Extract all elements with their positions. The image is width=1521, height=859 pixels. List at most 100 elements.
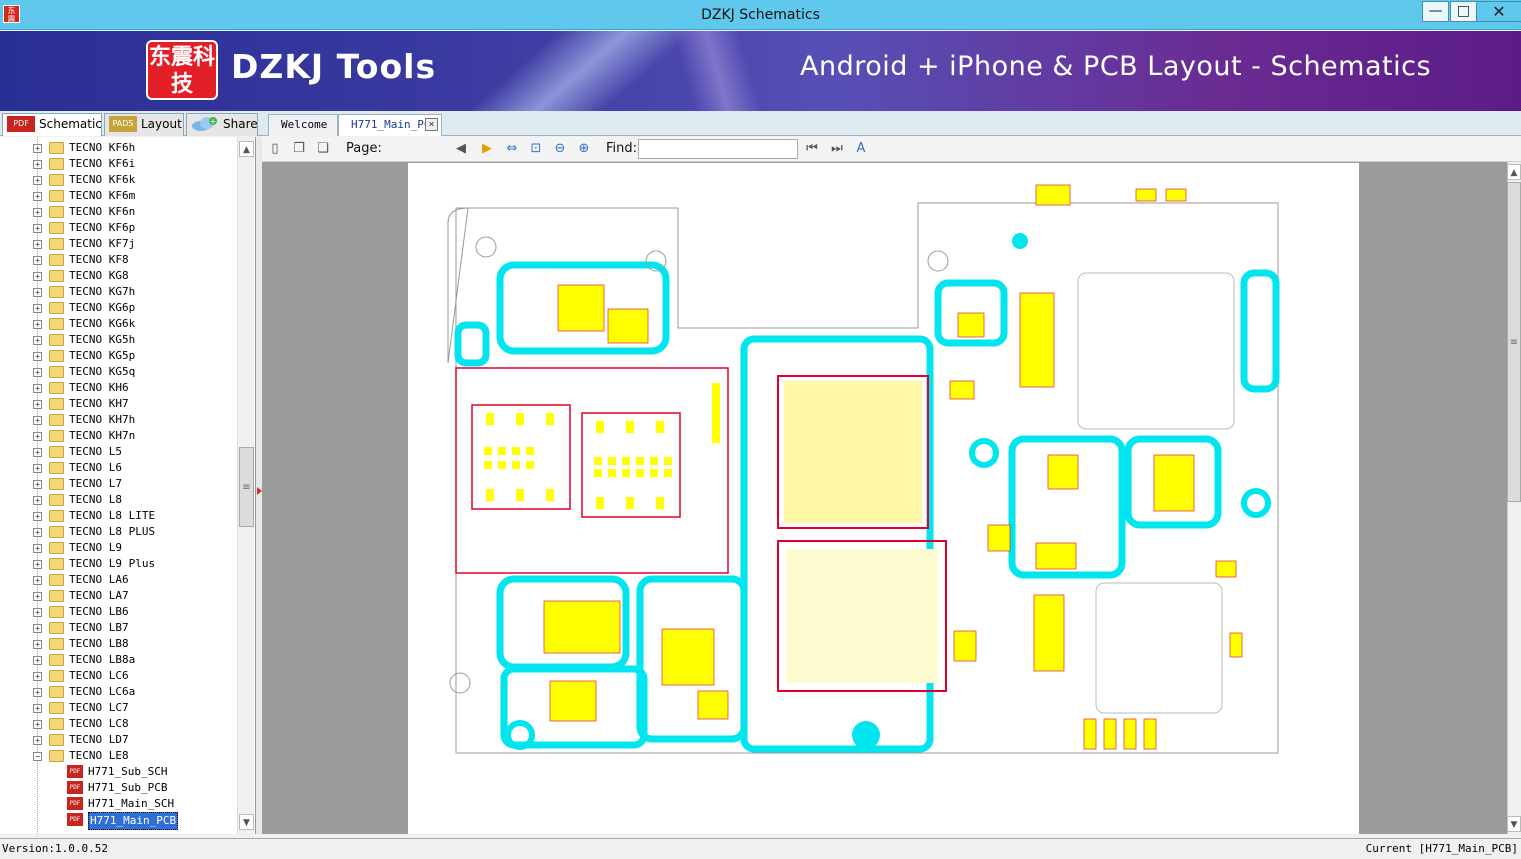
document-scrollbar[interactable]: ▲ ≡ ▼	[1507, 162, 1521, 834]
tree-folder[interactable]: + TECNO L9 Plus	[0, 556, 236, 572]
tree-folder[interactable]: + TECNO L8 PLUS	[0, 524, 236, 540]
expand-toggle-icon[interactable]: +	[33, 432, 42, 441]
expand-toggle-icon[interactable]: +	[33, 544, 42, 553]
tree-file[interactable]: PDF H771_Main_SCH	[0, 796, 236, 812]
expand-toggle-icon[interactable]: +	[33, 224, 42, 233]
tree-file[interactable]: PDF H771_Main_PCB	[0, 812, 236, 830]
tab-schematic[interactable]: PDF Schematic	[2, 113, 102, 136]
expand-toggle-icon[interactable]: +	[33, 160, 42, 169]
expand-toggle-icon[interactable]: +	[33, 496, 42, 505]
expand-toggle-icon[interactable]: +	[33, 464, 42, 473]
tree-folder[interactable]: + TECNO KF6i	[0, 156, 236, 172]
expand-toggle-icon[interactable]: +	[33, 560, 42, 569]
expand-toggle-icon[interactable]: +	[33, 144, 42, 153]
expand-toggle-icon[interactable]: +	[33, 608, 42, 617]
expand-toggle-icon[interactable]: +	[33, 368, 42, 377]
tree-folder[interactable]: + TECNO LD7	[0, 732, 236, 748]
tree-folder[interactable]: + TECNO LC8	[0, 716, 236, 732]
document-scroll-thumb[interactable]: ≡	[1507, 182, 1521, 502]
expand-toggle-icon[interactable]: +	[33, 704, 42, 713]
tree-folder[interactable]: + TECNO LB6	[0, 604, 236, 620]
tree-folder[interactable]: + TECNO LA7	[0, 588, 236, 604]
document-view[interactable]	[262, 162, 1507, 834]
expand-toggle-icon[interactable]: +	[33, 512, 42, 521]
expand-toggle-icon[interactable]: +	[33, 720, 42, 729]
tree-folder[interactable]: + TECNO LC6a	[0, 684, 236, 700]
tree-folder[interactable]: + TECNO KG5q	[0, 364, 236, 380]
fit-page-icon[interactable]: ⊡	[527, 140, 545, 158]
expand-toggle-icon[interactable]: +	[33, 672, 42, 681]
zoom-out-icon[interactable]: ⊖	[551, 140, 569, 158]
fit-width-icon[interactable]: ⇔	[503, 140, 521, 158]
tree-folder[interactable]: + TECNO KH7	[0, 396, 236, 412]
close-button[interactable]: ✕	[1476, 1, 1521, 22]
tree-folder[interactable]: + TECNO L8	[0, 492, 236, 508]
tree-folder[interactable]: + TECNO LC6	[0, 668, 236, 684]
open-file-icon[interactable]: ▯	[266, 140, 284, 158]
expand-toggle-icon[interactable]: +	[33, 576, 42, 585]
expand-toggle-icon[interactable]: +	[33, 656, 42, 665]
scroll-down-arrow-icon[interactable]: ▼	[239, 814, 254, 830]
zoom-in-icon[interactable]: ⊕	[575, 140, 593, 158]
expand-toggle-icon[interactable]: +	[33, 208, 42, 217]
tree-folder[interactable]: + TECNO L5	[0, 444, 236, 460]
expand-toggle-icon[interactable]: +	[33, 288, 42, 297]
tree-folder[interactable]: + TECNO KG7h	[0, 284, 236, 300]
expand-toggle-icon[interactable]: +	[33, 448, 42, 457]
expand-toggle-icon[interactable]: +	[33, 480, 42, 489]
scroll-down-arrow-icon[interactable]: ▼	[1507, 816, 1521, 832]
tree-folder[interactable]: + TECNO L8 LITE	[0, 508, 236, 524]
tab-layout[interactable]: PADS Layout	[104, 113, 184, 136]
expand-toggle-icon[interactable]: +	[33, 304, 42, 313]
expand-toggle-icon[interactable]: +	[33, 336, 42, 345]
tree-scrollbar[interactable]: ▲ ≡ ▼	[237, 137, 254, 834]
expand-toggle-icon[interactable]: +	[33, 272, 42, 281]
find-next-icon[interactable]: ⏭	[828, 140, 846, 158]
tree-folder[interactable]: + TECNO KH7n	[0, 428, 236, 444]
minimize-button[interactable]: —	[1422, 1, 1449, 22]
paste-icon[interactable]: ❏	[314, 140, 332, 158]
tree-folder[interactable]: + TECNO KF8	[0, 252, 236, 268]
tree-folder[interactable]: + TECNO KF6h	[0, 140, 236, 156]
tree-folder[interactable]: + TECNO KG6p	[0, 300, 236, 316]
tree-folder[interactable]: + TECNO KF7j	[0, 236, 236, 252]
tree-folder[interactable]: + TECNO L7	[0, 476, 236, 492]
expand-toggle-icon[interactable]: +	[33, 240, 42, 249]
tab-close-icon[interactable]: ×	[425, 118, 438, 131]
expand-toggle-icon[interactable]: −	[33, 752, 42, 761]
tree-folder[interactable]: + TECNO LB8	[0, 636, 236, 652]
tree-folder[interactable]: + TECNO LB8a	[0, 652, 236, 668]
tab-h771-main-pcb[interactable]: H771_Main_PCB ×	[338, 114, 442, 136]
expand-toggle-icon[interactable]: +	[33, 640, 42, 649]
find-input[interactable]	[638, 139, 798, 159]
tree-folder[interactable]: + TECNO KH7h	[0, 412, 236, 428]
expand-toggle-icon[interactable]: +	[33, 736, 42, 745]
expand-toggle-icon[interactable]: +	[33, 320, 42, 329]
expand-toggle-icon[interactable]: +	[33, 192, 42, 201]
next-page-icon[interactable]: ▶	[478, 140, 496, 158]
tree-scroll-thumb[interactable]: ≡	[239, 447, 254, 527]
tree-folder[interactable]: + TECNO KG5p	[0, 348, 236, 364]
tree-folder[interactable]: + TECNO KG8	[0, 268, 236, 284]
tree-folder[interactable]: + TECNO L9	[0, 540, 236, 556]
tree-file[interactable]: PDF H771_Sub_SCH	[0, 764, 236, 780]
expand-toggle-icon[interactable]: +	[33, 416, 42, 425]
tree-folder-open[interactable]: − TECNO LE8	[0, 748, 236, 764]
tree-folder[interactable]: + TECNO KG5h	[0, 332, 236, 348]
highlight-text-icon[interactable]: A	[852, 140, 870, 158]
copy-icon[interactable]: ❐	[290, 140, 308, 158]
expand-toggle-icon[interactable]: +	[33, 400, 42, 409]
expand-toggle-icon[interactable]: +	[33, 592, 42, 601]
tab-share[interactable]: + Share	[186, 113, 258, 136]
title-bar[interactable]: DZKJ Schematics 东震 — □ ✕	[0, 0, 1521, 30]
expand-toggle-icon[interactable]: +	[33, 352, 42, 361]
maximize-button[interactable]: □	[1450, 1, 1477, 22]
expand-toggle-icon[interactable]: +	[33, 528, 42, 537]
tree-folder[interactable]: + TECNO LC7	[0, 700, 236, 716]
expand-toggle-icon[interactable]: +	[33, 384, 42, 393]
prev-page-icon[interactable]: ◀	[452, 140, 470, 158]
expand-toggle-icon[interactable]: +	[33, 176, 42, 185]
tab-welcome[interactable]: Welcome	[268, 114, 338, 136]
expand-toggle-icon[interactable]: +	[33, 624, 42, 633]
find-previous-icon[interactable]: ⏮	[803, 140, 821, 158]
